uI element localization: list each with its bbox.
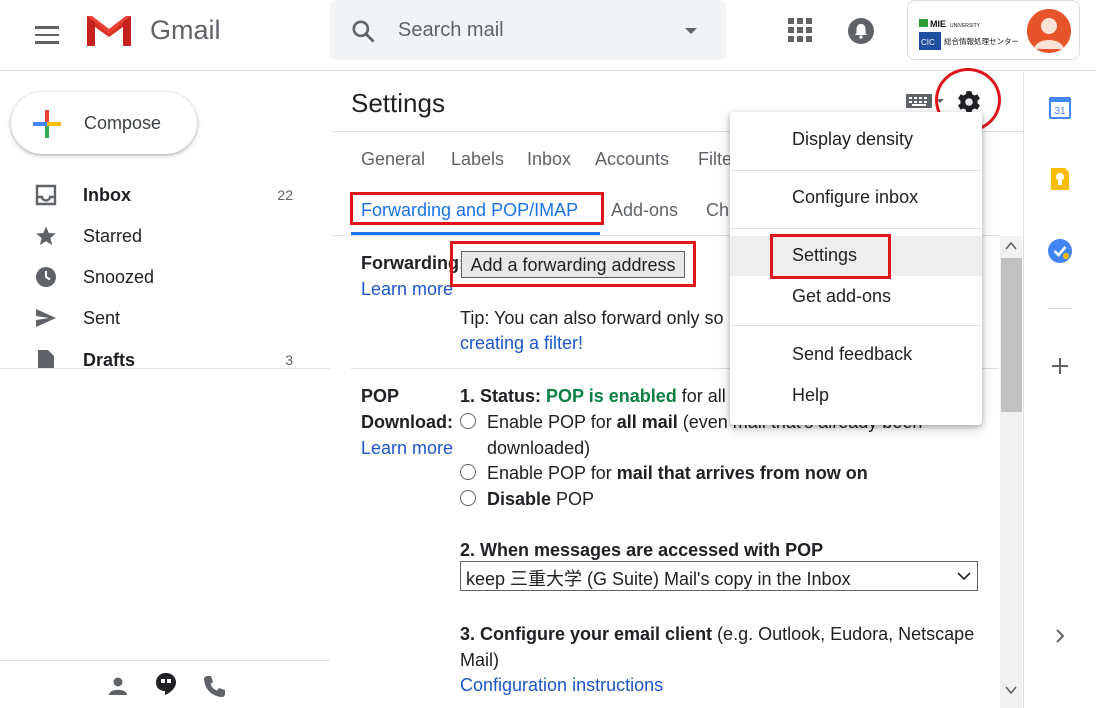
calendar-icon[interactable]: 31 <box>1047 95 1073 121</box>
contacts-person-icon[interactable] <box>105 673 131 699</box>
inbox-icon <box>35 184 57 206</box>
hamburger-icon <box>35 26 59 29</box>
hangouts-icon[interactable] <box>153 671 179 697</box>
sidebar-item-label: Sent <box>83 308 121 328</box>
hangouts-bar <box>0 661 330 708</box>
pop-status-value: POP is enabled <box>546 386 677 406</box>
menu-item-configure-inbox[interactable]: Configure inbox <box>730 178 982 218</box>
keep-icon[interactable] <box>1047 166 1073 192</box>
tab-chat[interactable]: Ch <box>706 200 729 221</box>
send-icon <box>36 309 56 327</box>
tab-annotation-box <box>350 192 604 225</box>
svg-text:総合情報処理センター: 総合情報処理センター <box>944 36 1019 46</box>
option-pop-from-now-label: Enable POP for mail that arrives from no… <box>487 463 868 483</box>
configure-client-heading: 3. Configure your email client (e.g. Out… <box>460 624 975 644</box>
pop-status-prefix: 1. Status: <box>460 386 547 406</box>
page-title: Settings <box>351 88 445 118</box>
configure-client-line2: Mail) <box>460 650 499 670</box>
sidebar-item-drafts[interactable]: Drafts 3 <box>0 340 320 368</box>
option-disable-pop-label: Disable POP <box>487 489 595 509</box>
chevron-down-icon <box>957 572 971 581</box>
search-options-caret-icon[interactable] <box>684 26 698 36</box>
sidebar-divider <box>0 368 330 369</box>
pop-status: 1. Status: POP is enabled for all m <box>460 386 746 407</box>
menu-item-help[interactable]: Help <box>730 376 982 416</box>
tasks-icon[interactable] <box>1047 238 1073 264</box>
pop-access-heading: 2. When messages are accessed with POP <box>460 540 824 560</box>
compose-label: Compose <box>84 113 162 133</box>
top-bar: Gmail MIE UNIVERSITY CIC 総合情報処理センター <box>0 0 1096 71</box>
side-panel-divider <box>1048 308 1072 309</box>
scroll-down-arrow-icon[interactable] <box>1004 684 1018 696</box>
sidebar-item-label: Drafts <box>83 350 136 368</box>
draft-count: 3 <box>285 352 293 368</box>
creating-filter-link[interactable]: creating a filter! <box>460 333 583 354</box>
unread-count: 22 <box>277 187 293 203</box>
radio-pop-from-now[interactable] <box>460 464 476 480</box>
sidebar-item-label: Starred <box>83 226 143 246</box>
account-avatar[interactable] <box>1027 9 1071 53</box>
forwarding-learn-more-link[interactable]: Learn more <box>361 279 453 300</box>
sidebar-item-label: Inbox <box>83 185 131 205</box>
star-icon <box>36 226 56 245</box>
clock-icon <box>36 267 56 287</box>
menu-item-get-add-ons[interactable]: Get add-ons <box>730 277 982 317</box>
google-apps-icon[interactable] <box>788 18 812 42</box>
menu-settings-annotation-box <box>770 234 891 279</box>
tab-add-ons[interactable]: Add-ons <box>611 200 678 221</box>
gmail-logo[interactable]: Gmail <box>84 12 221 48</box>
svg-text:CIC: CIC <box>921 38 935 47</box>
gmail-wordmark: Gmail <box>150 14 221 45</box>
search-bar[interactable] <box>330 0 726 60</box>
svg-text:MIE: MIE <box>930 19 946 29</box>
sidebar-item-inbox[interactable]: Inbox 22 <box>0 175 320 215</box>
chevron-right-icon[interactable] <box>1047 623 1073 649</box>
menu-item-display-density[interactable]: Display density <box>730 120 982 160</box>
compose-plus-icon <box>33 110 61 138</box>
svg-text:31: 31 <box>1054 106 1066 117</box>
main-menu-button[interactable] <box>30 18 64 52</box>
option-pop-all-mail-line2: downloaded) <box>487 438 591 458</box>
pop-learn-more-link[interactable]: Learn more <box>361 438 453 459</box>
radio-pop-all-mail[interactable] <box>460 413 476 429</box>
gmail-m-icon <box>87 16 131 46</box>
mie-university-logo: MIE UNIVERSITY CIC 総合情報処理センター <box>919 19 1019 50</box>
svg-text:UNIVERSITY: UNIVERSITY <box>950 23 981 29</box>
sidebar-item-sent[interactable]: Sent <box>0 298 320 338</box>
search-icon[interactable] <box>350 18 376 44</box>
pop-label: POP <box>361 386 400 406</box>
draft-icon <box>38 350 54 368</box>
menu-item-send-feedback[interactable]: Send feedback <box>730 335 982 375</box>
scrollbar-thumb[interactable] <box>1001 258 1022 412</box>
tab-inbox[interactable]: Inbox <box>527 149 571 170</box>
button-annotation-box <box>450 241 696 287</box>
notifications-icon[interactable] <box>846 16 876 46</box>
tab-filters[interactable]: Filte <box>698 149 732 170</box>
tab-labels[interactable]: Labels <box>451 149 504 170</box>
compose-button[interactable]: Compose <box>11 92 197 154</box>
tab-general[interactable]: General <box>361 149 425 170</box>
forwarding-tip: Tip: You can also forward only so <box>460 308 724 328</box>
tab-accounts[interactable]: Accounts <box>595 149 669 170</box>
sidebar-item-starred[interactable]: Starred <box>0 216 320 256</box>
pop-access-select[interactable]: keep 三重大学 (G Suite) Mail's copy in the I… <box>460 561 978 591</box>
configuration-instructions-link[interactable]: Configuration instructions <box>460 675 663 696</box>
pop-download-label: Download: <box>361 412 453 432</box>
sidebar-item-snoozed[interactable]: Snoozed <box>0 257 320 297</box>
user-avatar-icon <box>1027 9 1071 53</box>
scroll-up-arrow-icon[interactable] <box>1004 240 1018 252</box>
phone-icon[interactable] <box>201 673 227 699</box>
pop-access-value: keep 三重大学 (G Suite) Mail's copy in the I… <box>466 569 851 589</box>
search-input[interactable] <box>398 16 668 44</box>
add-addon-plus-icon[interactable] <box>1047 353 1073 379</box>
radio-disable-pop[interactable] <box>460 490 476 506</box>
sidebar-item-label: Snoozed <box>83 267 155 287</box>
